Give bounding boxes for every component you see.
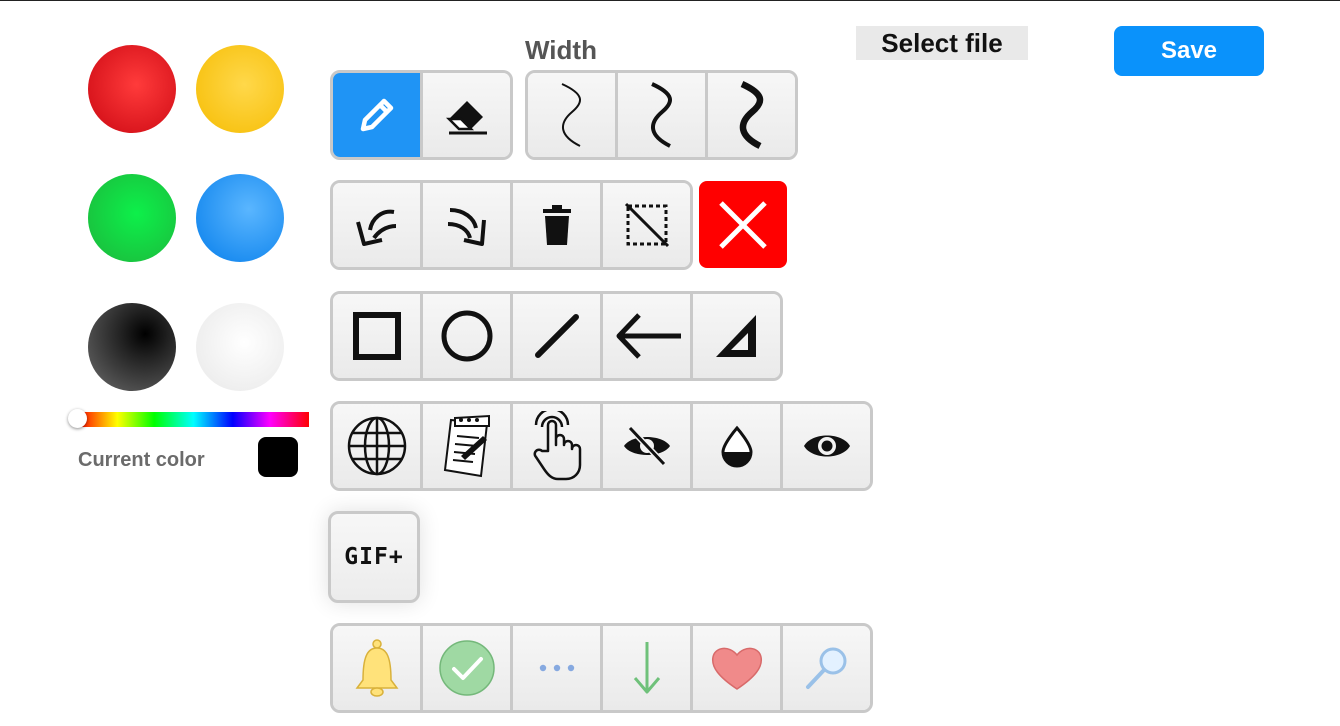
eye-icon — [802, 429, 852, 463]
draw-tool-group — [330, 70, 513, 160]
thin-width-icon — [554, 80, 590, 150]
hue-slider-thumb[interactable] — [68, 409, 87, 428]
bell-sticker-button[interactable] — [333, 626, 423, 710]
width-thick-button[interactable] — [708, 73, 795, 157]
hide-button[interactable] — [603, 404, 693, 488]
color-swatch-black[interactable] — [88, 303, 176, 391]
ellipsis-icon — [537, 662, 577, 674]
width-group — [525, 70, 798, 160]
line-icon — [532, 311, 582, 361]
square-icon — [352, 311, 402, 361]
arrow-down-sticker-button[interactable] — [603, 626, 693, 710]
save-button[interactable]: Save — [1114, 26, 1264, 76]
color-swatch-red[interactable] — [88, 45, 176, 133]
eraser-tool-button[interactable] — [423, 73, 510, 157]
circle-tool-button[interactable] — [423, 294, 513, 378]
triangle-tool-button[interactable] — [693, 294, 780, 378]
globe-button[interactable] — [333, 404, 423, 488]
opacity-button[interactable] — [693, 404, 783, 488]
magnifier-icon — [802, 643, 852, 693]
pencil-tool-button[interactable] — [333, 73, 423, 157]
globe-icon — [346, 415, 408, 477]
sticker-group — [330, 623, 873, 713]
arrow-tool-button[interactable] — [603, 294, 693, 378]
shape-group — [330, 291, 783, 381]
close-button[interactable] — [699, 181, 787, 268]
thick-width-icon — [734, 80, 770, 150]
heart-sticker-button[interactable] — [693, 626, 783, 710]
trash-icon — [537, 203, 577, 247]
color-swatch-blue[interactable] — [196, 174, 284, 262]
top-border — [0, 0, 1340, 1]
ellipsis-sticker-button[interactable] — [513, 626, 603, 710]
square-tool-button[interactable] — [333, 294, 423, 378]
eye-off-icon — [622, 424, 672, 468]
magnifier-sticker-button[interactable] — [783, 626, 870, 710]
show-button[interactable] — [783, 404, 870, 488]
width-label: Width — [525, 35, 597, 65]
clear-selection-button[interactable] — [603, 183, 690, 267]
current-color-swatch — [258, 437, 298, 477]
misc-tool-group — [330, 401, 873, 491]
drop-icon — [719, 424, 755, 468]
color-swatch-green[interactable] — [88, 174, 176, 262]
redo-button[interactable] — [423, 183, 513, 267]
gif-button[interactable]: GIF+ — [328, 511, 420, 603]
check-sticker-button[interactable] — [423, 626, 513, 710]
notepad-icon — [439, 412, 495, 480]
arrow-left-icon — [611, 311, 683, 361]
eraser-icon — [443, 91, 491, 139]
pencil-icon — [355, 93, 399, 137]
check-circle-icon — [438, 639, 496, 697]
current-color-label: Current color — [78, 449, 205, 471]
close-icon — [715, 197, 771, 253]
circle-icon — [440, 309, 494, 363]
heart-icon — [709, 643, 765, 693]
line-tool-button[interactable] — [513, 294, 603, 378]
width-thin-button[interactable] — [528, 73, 618, 157]
touch-button[interactable] — [513, 404, 603, 488]
edit-group — [330, 180, 693, 270]
select-file-button[interactable]: Select file — [856, 26, 1028, 60]
color-swatch-white[interactable] — [196, 303, 284, 391]
undo-icon — [352, 200, 402, 250]
color-swatch-yellow[interactable] — [196, 45, 284, 133]
hue-slider[interactable] — [78, 412, 309, 427]
width-medium-button[interactable] — [618, 73, 708, 157]
touch-icon — [530, 411, 584, 481]
undo-button[interactable] — [333, 183, 423, 267]
clear-selection-icon — [622, 200, 672, 250]
triangle-ruler-icon — [712, 311, 762, 361]
redo-icon — [442, 200, 492, 250]
medium-width-icon — [644, 80, 680, 150]
arrow-down-icon — [631, 640, 663, 696]
notepad-button[interactable] — [423, 404, 513, 488]
bell-icon — [351, 638, 403, 698]
delete-button[interactable] — [513, 183, 603, 267]
